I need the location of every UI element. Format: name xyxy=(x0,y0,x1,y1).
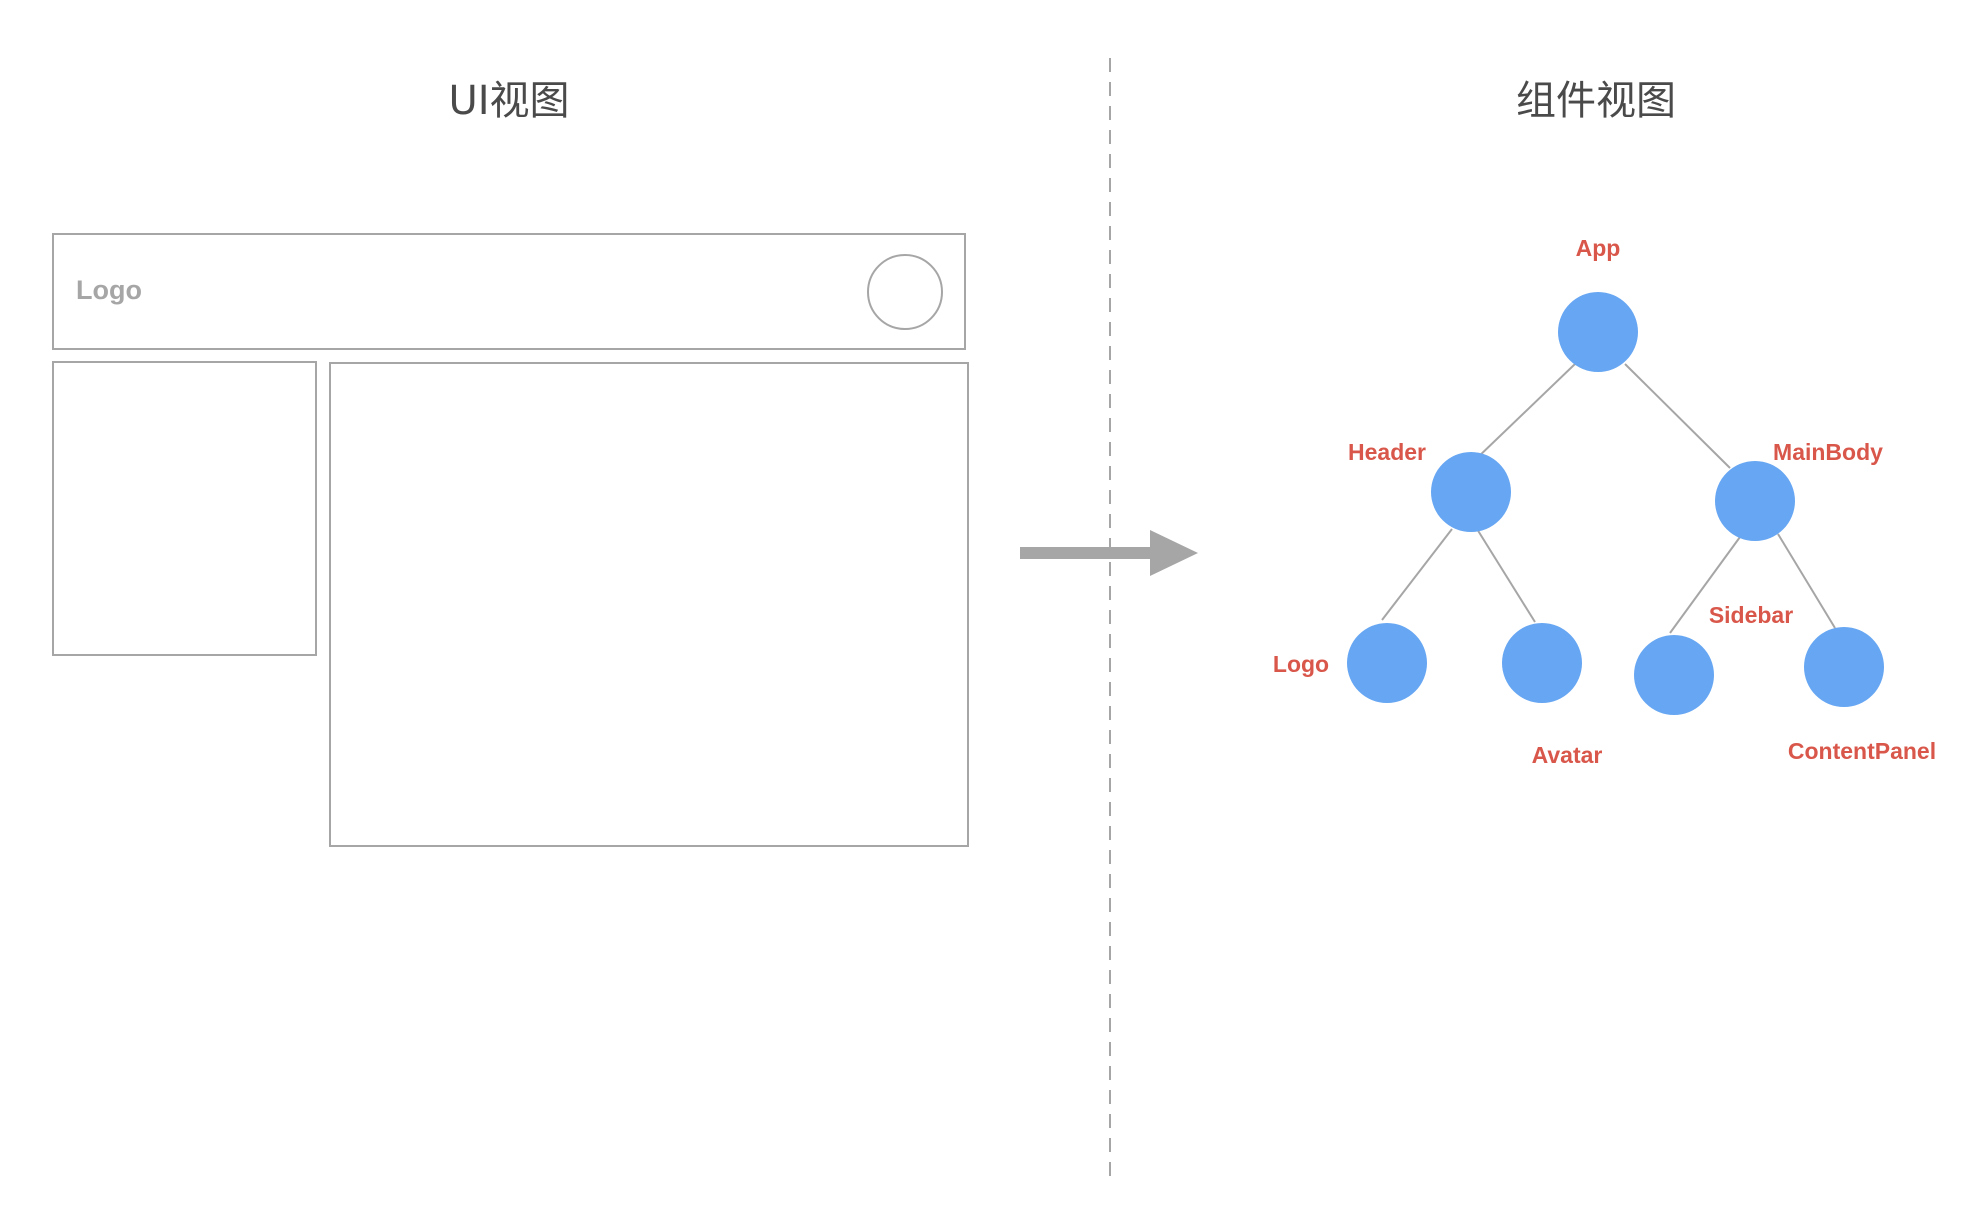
node-label-mainbody: MainBody xyxy=(1773,439,1883,465)
node-label-contentpanel: ContentPanel xyxy=(1788,738,1936,764)
node-label-logo: Logo xyxy=(1273,651,1329,677)
edge-app-header xyxy=(1474,363,1576,461)
node-sidebar xyxy=(1634,635,1714,715)
node-header xyxy=(1431,452,1511,532)
node-label-header: Header xyxy=(1348,439,1426,465)
node-mainbody xyxy=(1715,461,1795,541)
node-logo xyxy=(1347,623,1427,703)
node-app xyxy=(1558,292,1638,372)
edge-app-mainbody xyxy=(1624,363,1731,469)
component-diagram: App Header MainBody Logo Avatar Sidebar … xyxy=(1020,58,1936,1180)
node-contentpanel xyxy=(1804,627,1884,707)
node-label-sidebar: Sidebar xyxy=(1709,602,1793,628)
node-avatar xyxy=(1502,623,1582,703)
tree-nodes xyxy=(1347,292,1884,715)
node-label-avatar: Avatar xyxy=(1532,742,1603,768)
node-label-app: App xyxy=(1576,235,1621,261)
edge-header-avatar xyxy=(1476,528,1536,623)
edge-header-logo xyxy=(1381,528,1453,621)
